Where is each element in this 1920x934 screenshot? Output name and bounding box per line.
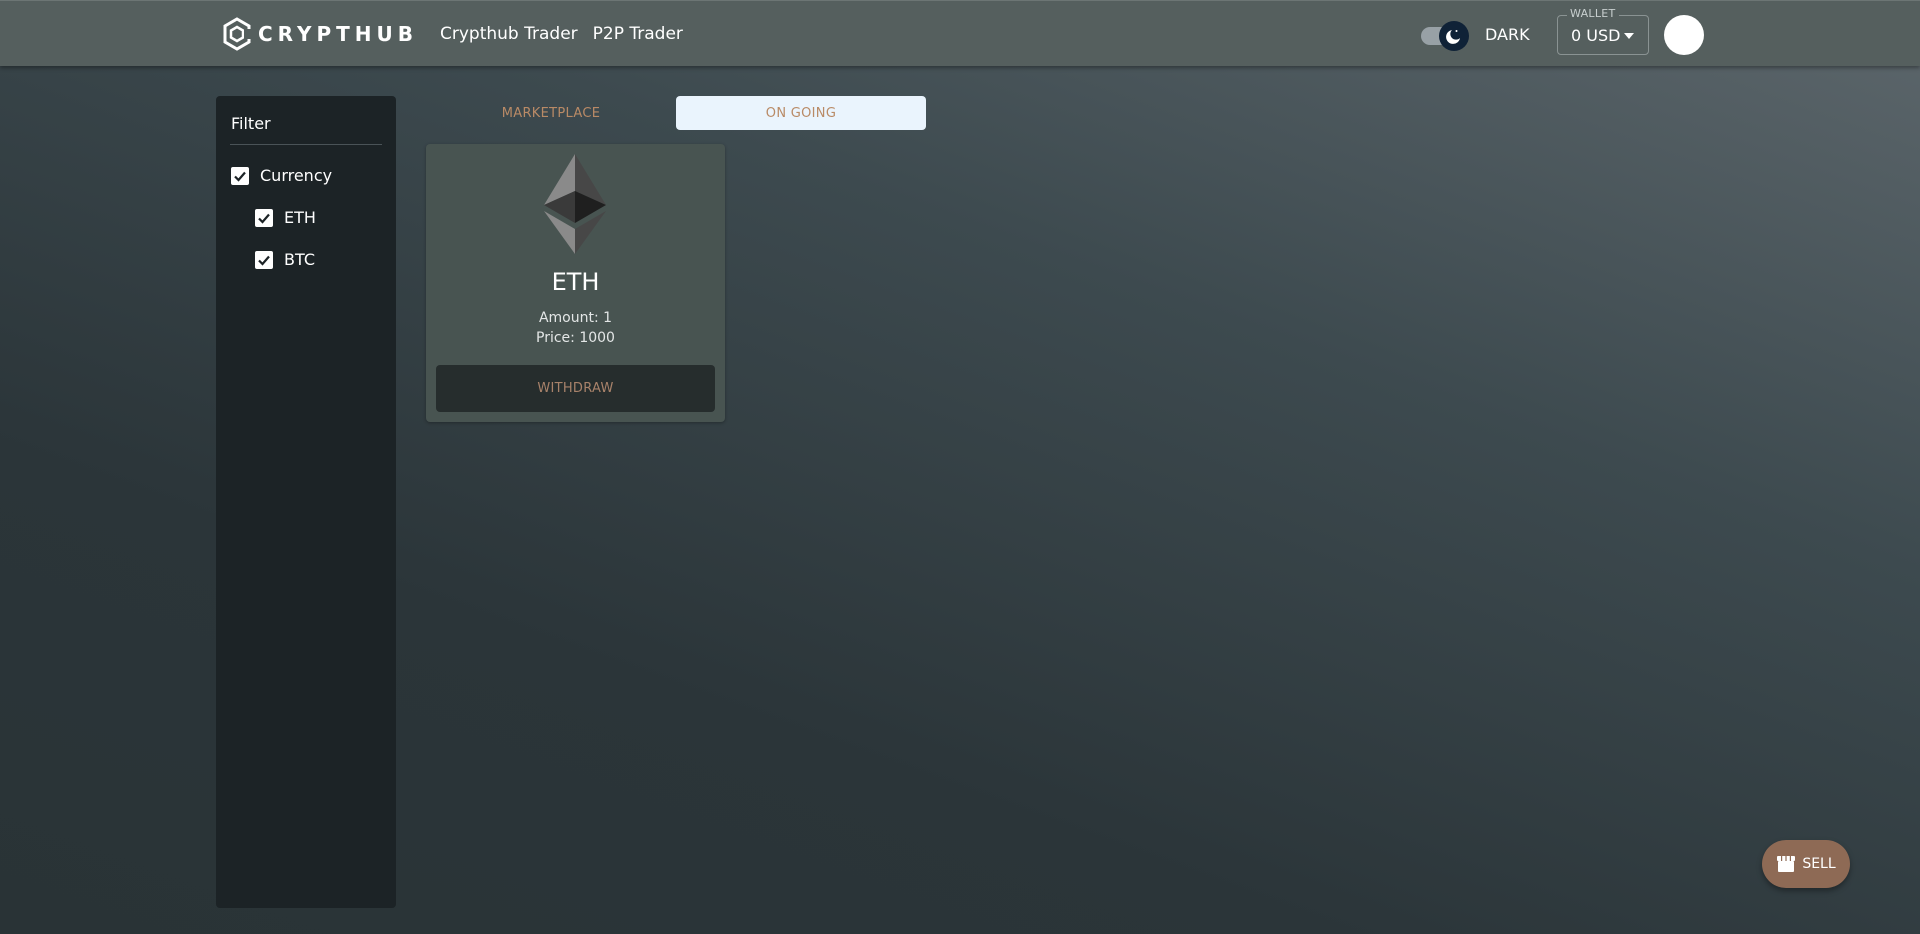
wallet-value: 0 USD xyxy=(1571,26,1621,45)
filter-label-btc: BTC xyxy=(284,250,315,269)
card-price: Price: 1000 xyxy=(536,330,615,346)
check-icon xyxy=(234,171,246,182)
top-app-bar: CRYPTHUB Crypthub Trader P2P Trader DARK… xyxy=(0,0,1920,66)
filter-currency[interactable]: Currency xyxy=(231,166,332,185)
avatar[interactable] xyxy=(1664,15,1704,55)
filter-btc[interactable]: BTC xyxy=(255,250,315,269)
toggle-knob xyxy=(1439,21,1469,51)
theme-label: DARK xyxy=(1485,25,1530,44)
ethereum-icon xyxy=(544,154,606,254)
wallet-select[interactable]: WALLET 0 USD xyxy=(1557,7,1649,55)
filter-title: Filter xyxy=(231,114,271,133)
filter-eth[interactable]: ETH xyxy=(255,208,316,227)
crypthub-logo-icon xyxy=(223,17,252,51)
main-nav: Crypthub Trader P2P Trader xyxy=(440,24,683,44)
sell-button[interactable]: SELL xyxy=(1762,840,1850,888)
moon-icon xyxy=(1446,30,1460,44)
order-card: ETH Amount: 1 Price: 1000 WITHDRAW xyxy=(426,144,725,422)
filter-label-currency: Currency xyxy=(260,166,333,185)
check-icon xyxy=(258,213,270,224)
filter-divider xyxy=(230,144,382,145)
theme-toggle[interactable] xyxy=(1421,21,1469,51)
checkbox-btc[interactable] xyxy=(255,250,273,269)
card-amount: Amount: 1 xyxy=(538,310,613,326)
brand-name: CRYPTHUB xyxy=(258,22,418,46)
wallet-legend: WALLET xyxy=(1567,7,1619,20)
caret-down-icon xyxy=(1624,33,1634,39)
withdraw-button[interactable]: WITHDRAW xyxy=(436,365,715,412)
filter-sidebar: Filter Currency ETH BTC xyxy=(216,96,396,908)
tab-marketplace[interactable]: MARKETPLACE xyxy=(426,96,676,130)
nav-p2p-trader[interactable]: P2P Trader xyxy=(593,24,683,44)
store-icon xyxy=(1777,856,1796,872)
brand-logo[interactable]: CRYPTHUB xyxy=(222,17,418,51)
card-title: ETH xyxy=(551,268,600,296)
sell-label: SELL xyxy=(1802,856,1836,872)
nav-crypthub-trader[interactable]: Crypthub Trader xyxy=(440,24,578,44)
check-icon xyxy=(258,255,270,266)
checkbox-currency[interactable] xyxy=(231,166,249,185)
checkbox-eth[interactable] xyxy=(255,208,273,227)
filter-label-eth: ETH xyxy=(284,208,316,227)
tab-ongoing[interactable]: ON GOING xyxy=(676,96,926,130)
